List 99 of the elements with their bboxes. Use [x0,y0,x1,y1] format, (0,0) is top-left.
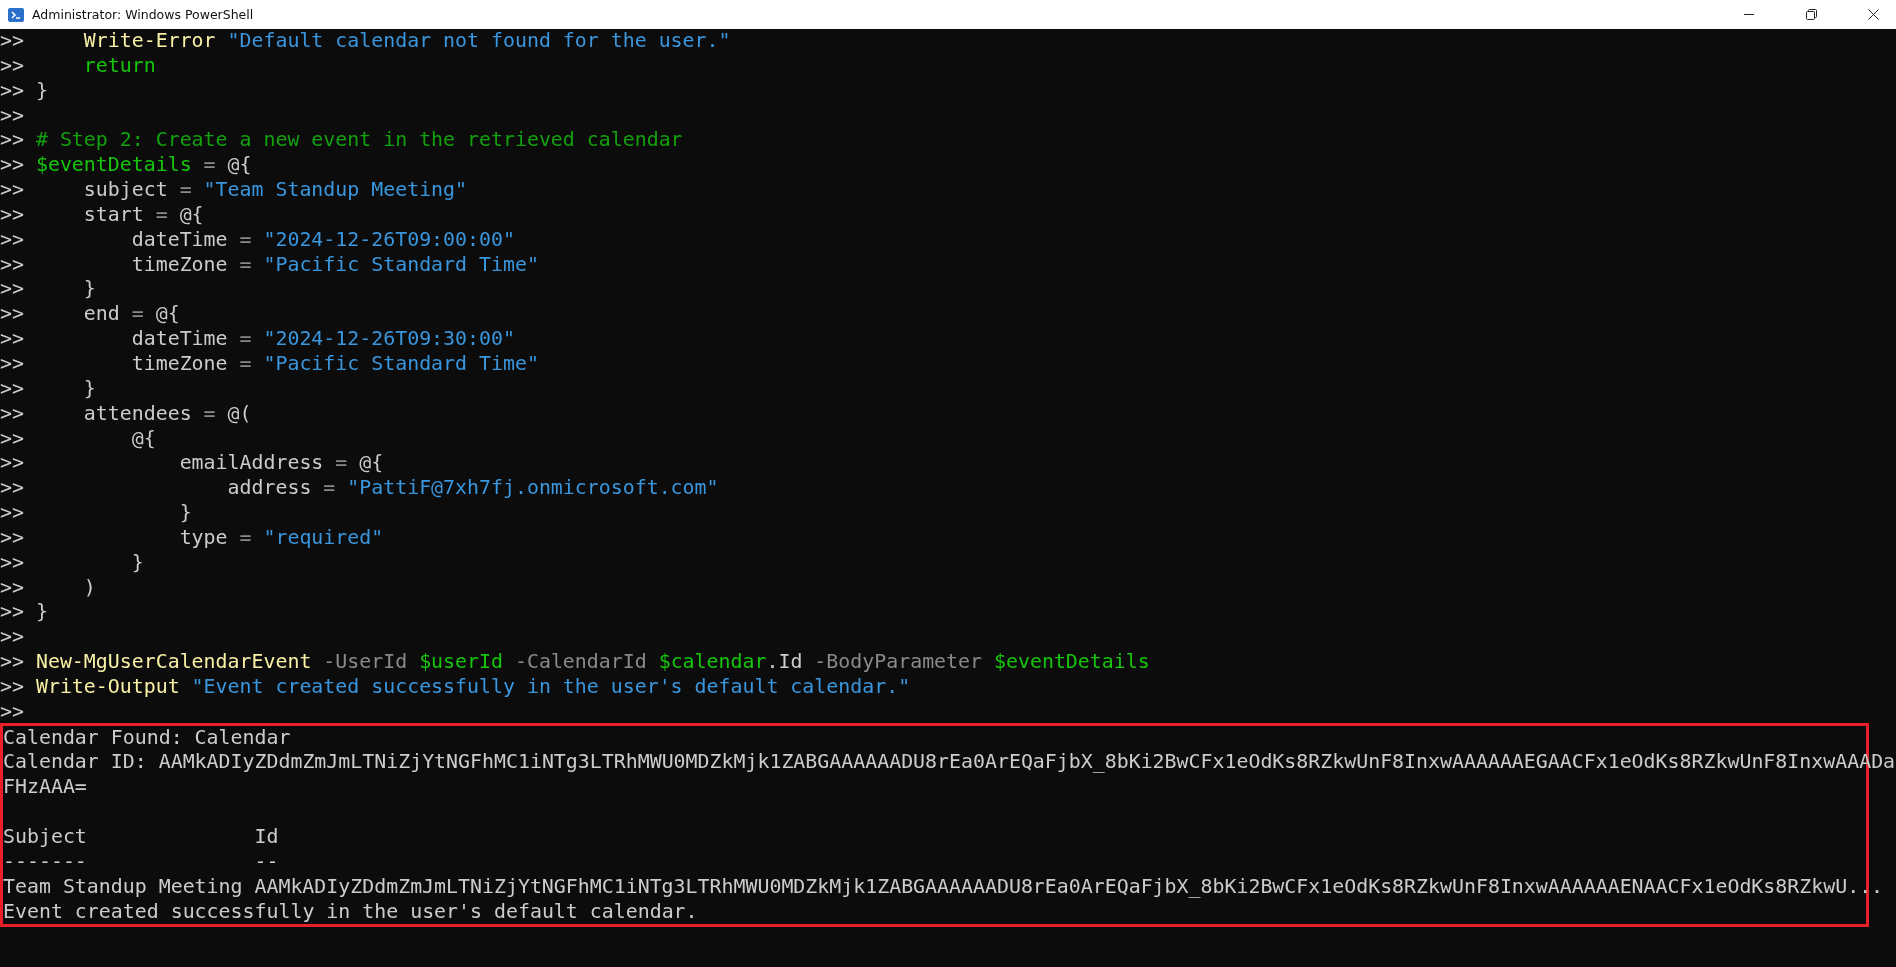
window-title: Administrator: Windows PowerShell [32,7,254,22]
string-literal: "2024-12-26T09:30:00" [262,327,515,351]
prompt-marker: >> [0,277,24,301]
prompt-marker: >> [0,327,24,351]
string-literal: "required" [262,525,384,549]
prompt-marker: >> [0,575,24,599]
code-text: dateTime [130,227,228,251]
code-text: @{ [130,426,156,450]
parameter-name: -BodyParameter [813,650,983,674]
prompt-marker: >> [0,252,24,276]
code-text: @{ [178,202,204,226]
code-text: @{ [358,451,384,475]
string-literal: "Team Standup Meeting" [202,178,468,202]
code-text: address [226,476,312,500]
operator: = [238,252,252,276]
variable-name: $userId [418,650,503,674]
prompt-marker: >> [0,650,24,674]
close-icon [1867,9,1879,20]
code-text: } [34,600,48,624]
variable-name: $calendar [657,650,767,674]
operator: = [154,202,168,226]
prompt-marker: >> [0,128,24,152]
operator: = [238,227,252,251]
string-literal: "Pacific Standard Time" [262,252,539,276]
output-text: Event created successfully in the user's default calendar. [3,899,698,923]
operator: = [202,401,216,425]
string-literal: "PattiF@7xh7fj.onmicrosoft.com" [346,476,719,500]
code-text: start [82,202,144,226]
prompt-marker: >> [0,501,24,525]
prompt-marker: >> [0,550,24,574]
prompt-marker: >> [0,103,24,127]
prompt-marker: >> [0,625,24,649]
variable-name: $eventDetails [34,153,192,177]
variable-name: $eventDetails [993,650,1150,674]
code-text: @{ [226,153,252,177]
code-text: } [82,277,96,301]
code-text: dateTime [130,327,228,351]
operator: = [322,476,336,500]
parameter-name: -CalendarId [513,650,647,674]
prompt-marker: >> [0,202,24,226]
code-text: } [34,78,48,102]
code-text: @{ [154,302,180,326]
code-text: attendees [82,401,192,425]
cmdlet-name: Write-Error [82,29,216,52]
column-header: Id [254,825,279,848]
header-underline: ------- [3,849,88,875]
prompt-marker: >> [0,153,24,177]
prompt-marker: >> [0,302,24,326]
operator: = [334,451,348,475]
prompt-marker: >> [0,376,24,400]
operator: = [238,351,252,375]
string-literal: "Event created successfully in the user's default calendar." [190,674,911,698]
prompt-marker: >> [0,476,24,500]
column-header: Subject [3,825,88,850]
operator: = [238,525,252,549]
terminal-icon [8,6,24,23]
prompt-marker: >> [0,227,24,251]
cmdlet-name: New-MgUserCalendarEvent [34,650,312,674]
header-underline: -- [254,849,279,873]
keyword: return [82,53,156,77]
output-text: Calendar Found: Calendar [3,725,291,749]
prompt-marker: >> [0,401,24,425]
prompt-marker: >> [0,178,24,202]
prompt-marker: >> [0,426,24,450]
string-literal: "Pacific Standard Time" [262,351,539,375]
code-text: } [178,501,192,525]
code-text: } [130,550,144,574]
operator: = [238,327,252,351]
prompt-marker: >> [0,78,24,102]
code-text: subject [82,178,168,202]
operator: = [130,302,144,326]
prompt-marker: >> [0,525,24,549]
prompt-marker: >> [0,674,24,698]
minimize-icon [1744,14,1754,15]
prompt-marker: >> [0,451,24,475]
prompt-marker: >> [0,53,24,77]
string-literal: "Default calendar not found for the user." [226,29,731,52]
code-text: timeZone [130,351,228,375]
code-text: ) [82,575,96,599]
prompt-marker: >> [0,351,24,375]
code-comment: # Step 2: Create a new event in the retrieved calendar [34,128,683,152]
code-text: .Id [766,650,803,674]
code-text: } [82,376,96,400]
output-text: FHzAAA= [3,775,87,799]
code-text: timeZone [130,252,228,276]
operator: = [202,153,216,177]
table-cell-text: Team Standup Meeting [3,874,244,900]
code-text: end [82,302,120,326]
cmdlet-name: Write-Output [34,674,180,698]
prompt-marker: >> [0,600,24,624]
code-text: @( [226,401,252,425]
operator: = [178,178,192,202]
parameter-name: -UserId [322,650,408,674]
string-literal: "2024-12-26T09:00:00" [262,227,515,251]
restore-icon [1805,9,1817,20]
prompt-marker: >> [0,29,24,52]
code-text: type [178,525,228,549]
prompt-marker: >> [0,699,24,723]
code-text: emailAddress [178,451,324,475]
